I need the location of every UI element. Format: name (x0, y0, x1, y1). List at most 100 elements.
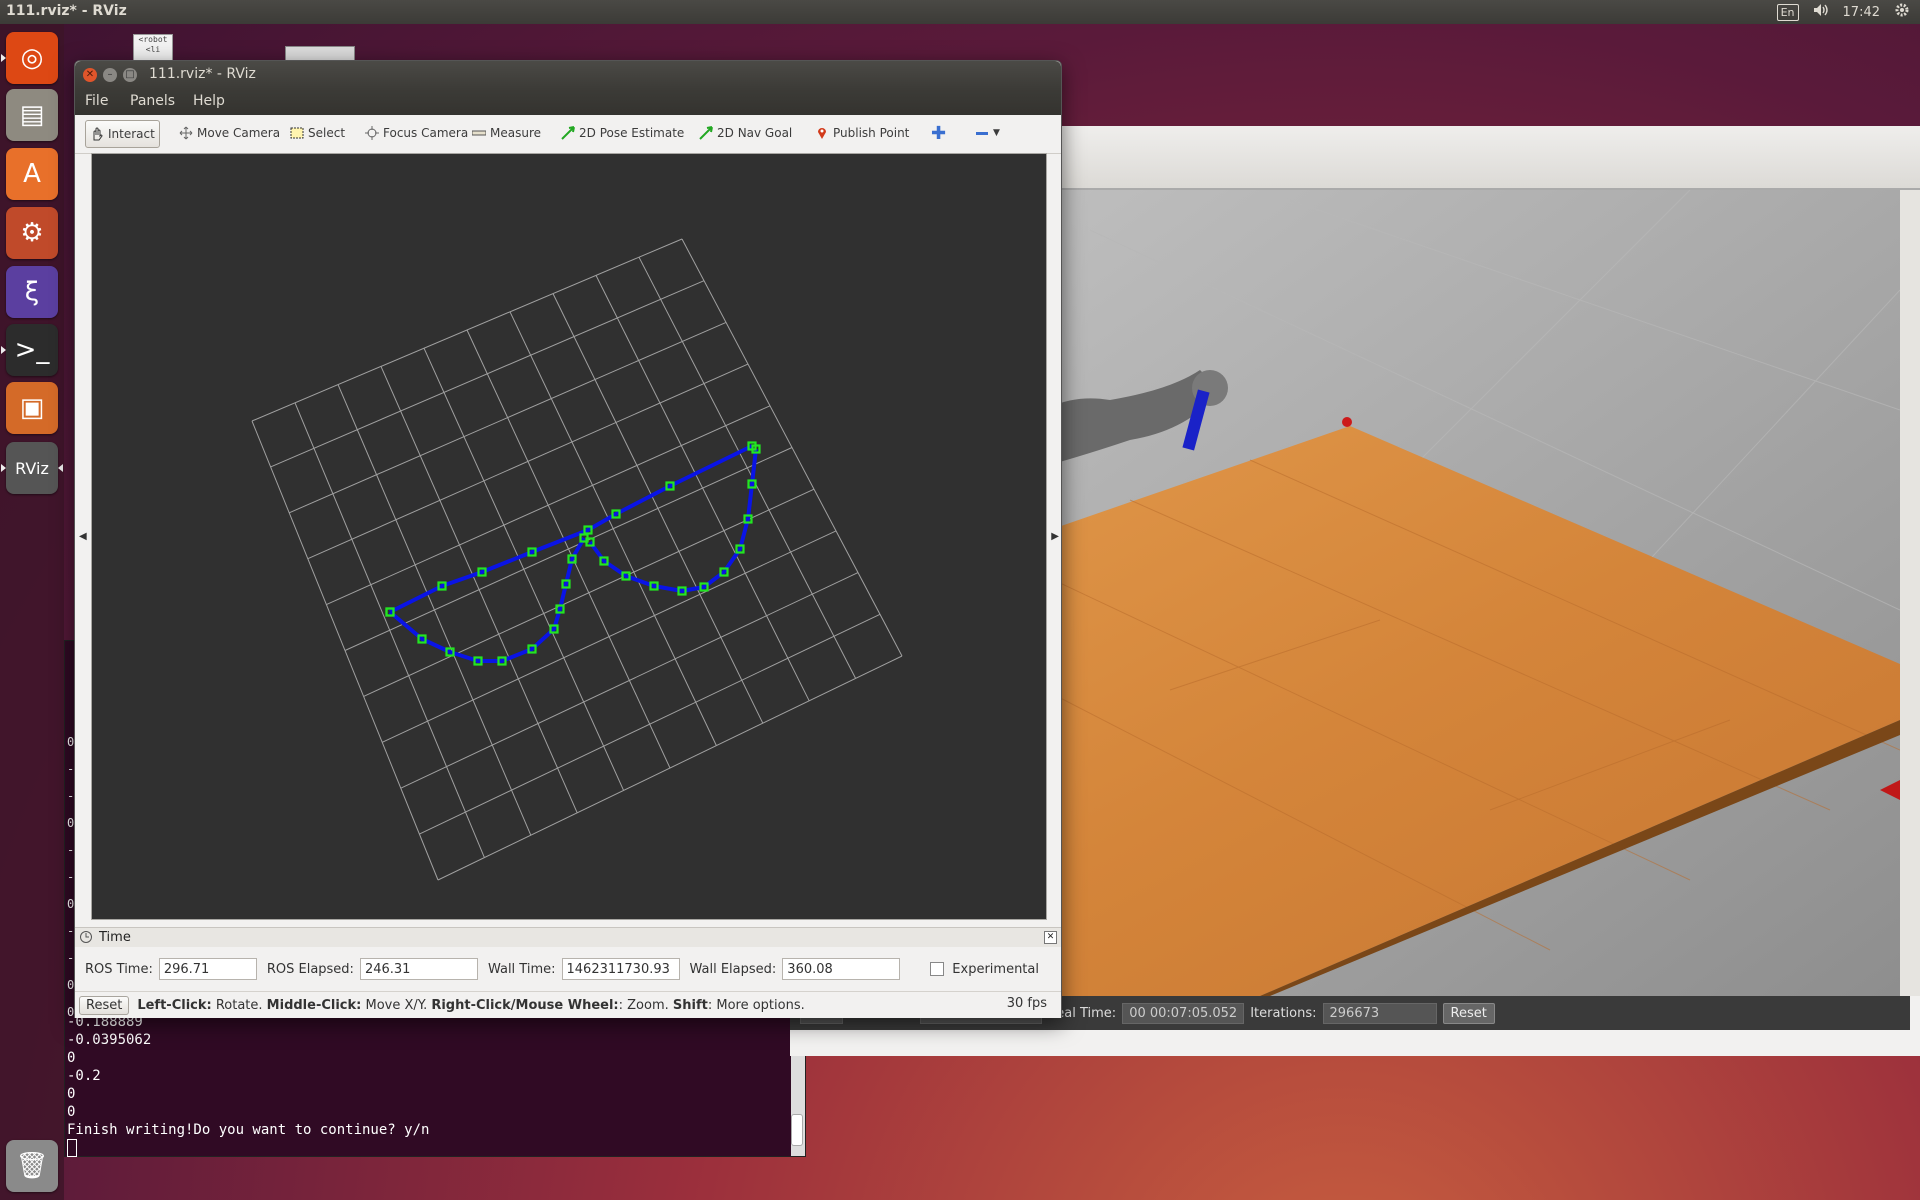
terminal-line: -0.0395062 (67, 1032, 152, 1048)
wall-time-label: Wall Time: (487, 961, 556, 977)
grid-line (681, 238, 903, 657)
tool-select-label: Select (308, 126, 346, 140)
close-icon[interactable]: ✕ (83, 68, 97, 82)
tool-interact-label: Interact (108, 127, 155, 141)
tool-interact[interactable]: Interact (85, 120, 160, 148)
right-dock-toggle-icon[interactable]: ▶ (1051, 531, 1059, 542)
menu-panels[interactable]: Panels (130, 93, 175, 109)
terminal-cursor (67, 1139, 77, 1157)
experimental-checkbox[interactable] (930, 962, 945, 976)
hint-zoom: : Zoom. (618, 997, 673, 1013)
terminal-line: 0 (67, 1050, 76, 1066)
wall-elapsed-field[interactable]: 360.08 (782, 958, 901, 980)
rviz-icon[interactable]: RViz (6, 442, 58, 494)
launcher: ◎ ▤ A ⚙ ξ >_ ▣ RViz 🗑 (0, 24, 64, 1200)
ruler-icon (472, 130, 486, 136)
left-dock-toggle-icon[interactable]: ◀ (79, 531, 87, 542)
hint-rotate: Rotate. (211, 997, 267, 1013)
menu-help[interactable]: Help (193, 93, 225, 109)
clock[interactable]: 17:42 (1843, 5, 1880, 20)
focus-camera-icon (365, 126, 379, 140)
rviz-toolbar: Interact Move Camera Select Focus Camera… (75, 115, 1061, 154)
terminal-line: 0 (67, 1086, 76, 1102)
top-panel: 111.rviz* - RViz En 17:42 (0, 0, 1920, 24)
grid-line (437, 655, 903, 881)
gazebo-side-panel[interactable] (1900, 190, 1920, 996)
tool-2d-pose-estimate[interactable]: 2D Pose Estimate (557, 120, 688, 146)
terminal-line: -0.2 (67, 1068, 101, 1084)
hand-cursor-icon (93, 127, 103, 141)
tool-move-camera-label: Move Camera (197, 126, 281, 140)
package-icon[interactable]: ▣ (6, 382, 58, 434)
real-time-value: 00 00:07:05.052 (1122, 1002, 1245, 1024)
menu-file[interactable]: File (85, 93, 108, 109)
gazebo-reset-button[interactable]: Reset (1442, 1002, 1495, 1024)
close-panel-icon[interactable]: ✕ (1044, 931, 1057, 944)
ros-elapsed-field[interactable]: 246.31 (359, 958, 478, 980)
move-camera-icon (179, 126, 193, 140)
hint-shift: Shift (672, 997, 708, 1013)
hint-left-click: Left-Click: (137, 997, 212, 1013)
tool-focus-camera[interactable]: Focus Camera (361, 120, 472, 146)
wall-time-field[interactable]: 1462311730.93 (561, 958, 680, 980)
hint-right-click: Right-Click/Mouse Wheel: (431, 997, 619, 1013)
indicator-area: En 17:42 (1776, 2, 1910, 22)
tool-2d-nav-goal-label: 2D Nav Goal (717, 126, 793, 140)
tool-select[interactable]: Select (286, 120, 349, 146)
emacs-icon[interactable]: ξ (6, 266, 58, 318)
maximize-icon[interactable]: □ (123, 68, 137, 82)
tool-publish-point[interactable]: Publish Point (811, 120, 913, 146)
iterations-label: Iterations: (1250, 1005, 1317, 1021)
rviz-titlebar[interactable]: ✕ – □ 111.rviz* - RViz (75, 61, 1061, 89)
terminal-icon[interactable]: >_ (6, 324, 58, 376)
ros-elapsed-label: ROS Elapsed: (266, 961, 354, 977)
gear-icon[interactable] (1894, 2, 1910, 22)
iterations-value: 296673 (1322, 1002, 1437, 1024)
remove-tool-button[interactable]: ▼ (971, 120, 1004, 146)
rviz-3d-view[interactable] (91, 153, 1047, 920)
running-indicator (1, 54, 6, 62)
ros-time-label: ROS Time: (85, 961, 153, 977)
grid-line (344, 447, 793, 651)
trash-icon[interactable]: 🗑 (6, 1140, 58, 1192)
running-indicator (1, 346, 6, 354)
tool-move-camera[interactable]: Move Camera (175, 120, 284, 146)
active-window-title: 111.rviz* - RViz (6, 3, 127, 19)
hint-middle-click: Middle-Click: (266, 997, 362, 1013)
add-tool-button[interactable]: ✚ (927, 120, 950, 146)
tool-2d-nav-goal[interactable]: 2D Nav Goal (695, 120, 796, 146)
wall-elapsed-label: Wall Elapsed: (689, 961, 777, 977)
chevron-down-icon: ▼ (993, 128, 1000, 138)
path-segment (588, 448, 758, 593)
rviz-window-title: 111.rviz* - RViz (149, 66, 256, 82)
pose-arrow-icon (561, 126, 575, 140)
tool-2d-pose-estimate-label: 2D Pose Estimate (579, 126, 685, 140)
rviz-reset-button[interactable]: Reset (79, 995, 130, 1015)
keyboard-layout-indicator[interactable]: En (1776, 3, 1799, 21)
terminal-scroll-thumb[interactable] (791, 1114, 803, 1146)
terminal-line: 0 (67, 1104, 76, 1120)
time-panel: ROS Time: 296.71 ROS Elapsed: 246.31 Wal… (75, 947, 1061, 991)
ubuntu-dash-icon[interactable]: ◎ (6, 32, 58, 84)
nav-goal-icon (699, 126, 713, 140)
minus-icon (976, 132, 988, 135)
rviz-menubar: File Panels Help (75, 89, 1061, 115)
experimental-label: Experimental (952, 961, 1039, 977)
clock-icon (79, 930, 93, 948)
files-icon[interactable]: ▤ (6, 89, 58, 141)
hint-move: Move X/Y. (361, 997, 432, 1013)
minimize-icon[interactable]: – (103, 68, 117, 82)
hint-more: : More options. (707, 997, 805, 1013)
rviz-window[interactable]: ✕ – □ 111.rviz* - RViz File Panels Help … (74, 60, 1062, 1018)
terminal-line: Finish writing!Do you want to continue? … (67, 1122, 430, 1138)
grid-line (419, 613, 881, 835)
speaker-icon[interactable] (1813, 3, 1829, 21)
tool-measure[interactable]: Measure (468, 120, 545, 146)
mouse-hint-text: Left-Click: Rotate. Middle-Click: Move X… (137, 998, 804, 1013)
software-center-icon[interactable]: A (6, 148, 58, 200)
grid-line (552, 293, 764, 724)
tool-measure-label: Measure (490, 126, 541, 140)
ros-time-field[interactable]: 296.71 (158, 958, 257, 980)
system-settings-icon[interactable]: ⚙ (6, 207, 58, 259)
focused-indicator (58, 464, 63, 472)
